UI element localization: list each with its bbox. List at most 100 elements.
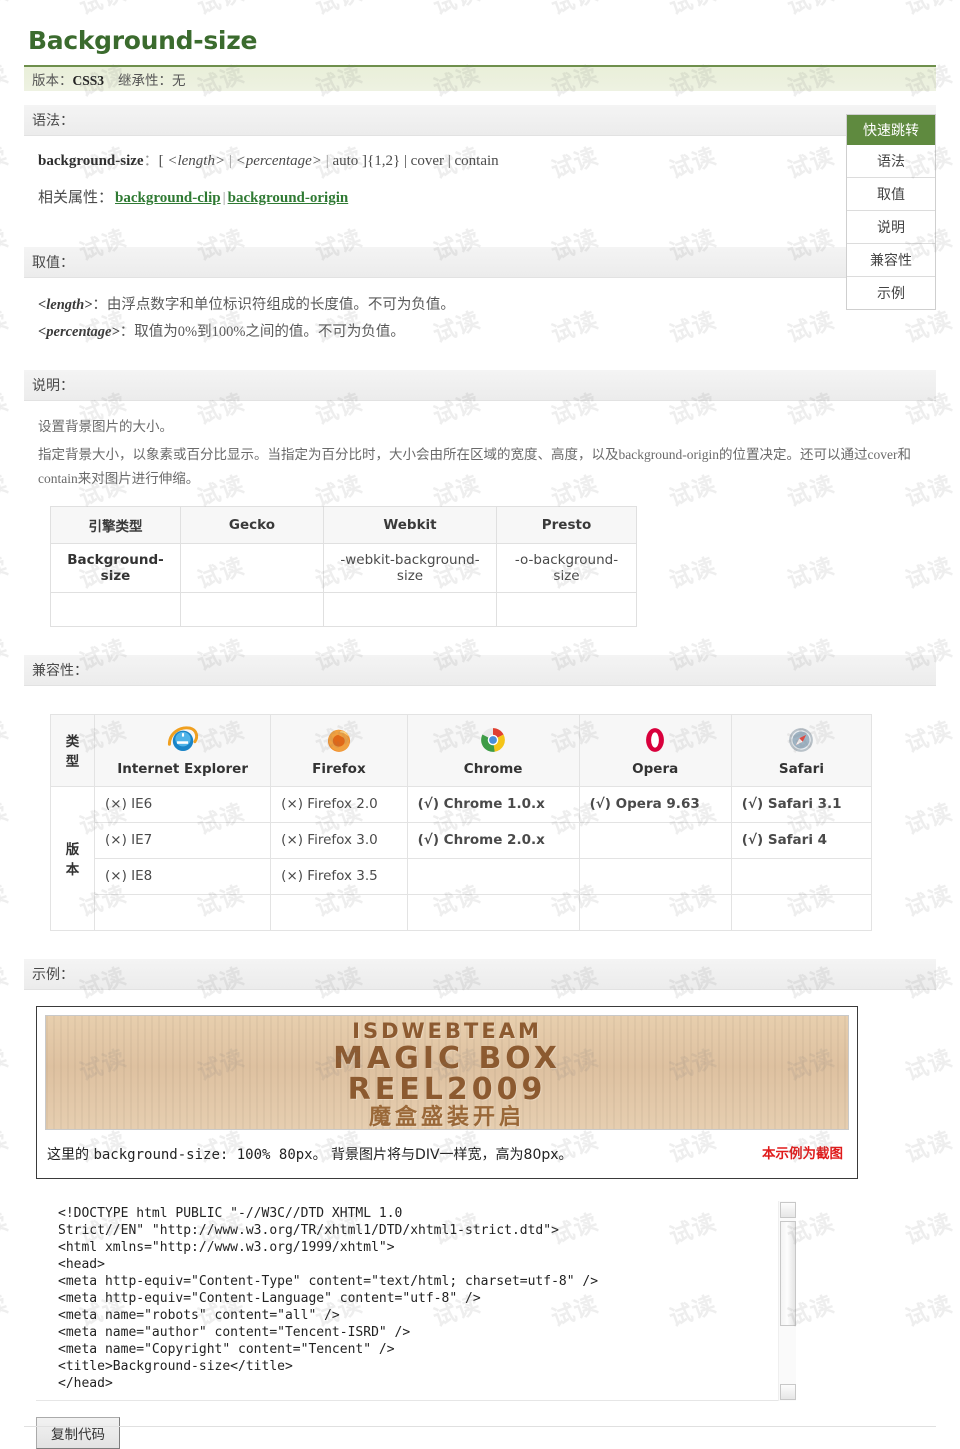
syntax-pipe-1: | — [225, 153, 236, 169]
compat-browser-opera-label: Opera — [632, 761, 679, 778]
compat-cell-safari-3 — [730, 857, 873, 895]
example-banner-text: ISDWEBTEAM MAGIC BOX REEL2009 魔盒盛装开启 — [46, 1018, 848, 1130]
engine-cell-presto: -o-background-size — [496, 542, 637, 593]
value-sep-percentage: ： — [119, 323, 135, 340]
compat-corner-label: 类型 — [50, 713, 95, 787]
value-sep-length: ： — [92, 297, 107, 313]
compat-browser-safari: Safari — [730, 713, 873, 787]
engine-row-label: Background-size — [50, 542, 181, 593]
compat-cell-firefox-1: (×) Firefox 2.0 — [270, 785, 408, 823]
syntax-auto-token: auto — [332, 153, 359, 169]
quick-nav-item-values[interactable]: 取值 — [847, 177, 935, 210]
version-label: 版本： — [32, 73, 73, 88]
compat-cell-ie-1: (×) IE6 — [93, 785, 272, 823]
example-caption-code: background-size: 100% 80px。 — [93, 1146, 327, 1163]
banner-line-3: REEL2009 — [347, 1071, 547, 1107]
firefox-icon — [327, 729, 350, 752]
code-scrollbar[interactable] — [778, 1200, 796, 1401]
compat-browser-chrome-label: Chrome — [463, 761, 523, 778]
banner-line-2: MAGIC BOX — [333, 1040, 561, 1076]
value-text-percentage: 取值为0%到100%之间的值。不可为负值。 — [134, 323, 405, 340]
syntax-length-token: <length> — [167, 153, 226, 169]
quick-nav[interactable]: 快速跳转 语法 取值 说明 兼容性 示例 — [846, 114, 936, 310]
value-entry-percentage: <percentage>：取值为0%到100%之间的值。不可为负值。 — [38, 319, 928, 346]
compat-browser-opera: Opera — [578, 713, 732, 787]
compat-cell-safari-1: (√) Safari 3.1 — [730, 785, 873, 823]
footer-divider — [24, 1425, 936, 1427]
example-caption-suffix: 背景图片将与DIV一样宽，高为80px。 — [326, 1146, 573, 1163]
example-banner-image: ISDWEBTEAM MAGIC BOX REEL2009 魔盒盛装开启 — [45, 1014, 849, 1130]
description-paragraph-2: 指定背景大小，以象素或百分比显示。当指定为百分比时，大小会由所在区域的宽度、高度… — [38, 446, 911, 487]
engine-empty-3 — [496, 591, 637, 627]
engine-table-header-row: 引擎类型 Gecko Webkit Presto — [50, 505, 637, 544]
compat-cell-chrome-4 — [406, 893, 580, 931]
engine-col-gecko: Gecko — [180, 505, 324, 544]
engine-empty-2 — [323, 591, 497, 627]
table-row: Background-size -webkit-background-size … — [50, 542, 637, 593]
document-page: Background-size 版本：CSS3 继承性：无 语法 ： backgr… — [0, 0, 960, 1449]
engine-prefix-table: 引擎类型 Gecko Webkit Presto Background-size… — [50, 505, 637, 627]
syntax-close: ]{1,2} | cover | contain — [358, 153, 499, 169]
scrollbar-down-button[interactable] — [780, 1383, 796, 1400]
section-header-compatibility: 兼容性： — [24, 654, 936, 686]
quick-nav-item-syntax[interactable]: 语法 — [847, 145, 935, 177]
example-preview-box: ISDWEBTEAM MAGIC BOX REEL2009 魔盒盛装开启 这里的… — [36, 1005, 858, 1179]
syntax-definition: background-size：[ <length> | <percentage… — [38, 150, 928, 173]
chrome-icon — [481, 728, 506, 752]
section-body-values: <length>：由浮点数字和单位标识符组成的长度值。不可为负值。 <perce… — [24, 278, 936, 356]
safari-icon — [789, 728, 814, 752]
compat-cell-opera-1: (√) Opera 9.63 — [578, 785, 732, 823]
compat-cell-opera-2 — [578, 821, 732, 859]
compat-cell-opera-4 — [578, 893, 732, 931]
banner-line-1: ISDWEBTEAM — [352, 1018, 542, 1043]
syntax-property-name: background-size — [38, 153, 144, 169]
code-sample-area: <!DOCTYPE html PUBLIC "-//W3C//DTD XHTML… — [36, 1200, 796, 1401]
banner-line-4: 魔盒盛装开启 — [368, 1104, 525, 1130]
compat-cell-safari-4 — [730, 893, 873, 931]
engine-col-type: 引擎类型 — [50, 505, 181, 544]
quick-nav-item-description[interactable]: 说明 — [847, 210, 935, 243]
quick-nav-item-example[interactable]: 示例 — [847, 276, 935, 309]
version-meta: 版本：CSS3 — [32, 69, 104, 89]
value-entry-length: <length>：由浮点数字和单位标识符组成的长度值。不可为负值。 — [38, 292, 928, 319]
meta-bar: 版本：CSS3 继承性：无 — [24, 65, 936, 91]
inheritance-value: 无 — [172, 73, 186, 88]
table-row — [50, 591, 637, 627]
value-token-percentage: <percentage> — [38, 323, 120, 340]
compat-cell-ie-4 — [93, 893, 272, 931]
opera-icon — [646, 728, 665, 752]
internet-explorer-icon — [167, 726, 198, 752]
related-properties-row: 相关属性： background-clip | background-origin — [38, 187, 928, 210]
compat-cell-ie-3: (×) IE8 — [93, 857, 272, 895]
example-screenshot-note: 本示例为截图 — [762, 1145, 843, 1162]
section-body-compatibility: 类型 Internet Explorer Firefox Chrome Oper… — [24, 686, 936, 945]
value-token-length: <length> — [38, 297, 93, 313]
engine-cell-gecko — [180, 542, 324, 593]
compat-cell-safari-2: (√) Safari 4 — [730, 821, 873, 859]
quick-nav-item-compatibility[interactable]: 兼容性 — [847, 243, 935, 276]
compat-browser-chrome: Chrome — [406, 713, 580, 787]
example-caption: 这里的 background-size: 100% 80px。 背景图片将与DI… — [45, 1140, 849, 1170]
section-header-description: 说明： — [24, 369, 936, 401]
engine-col-webkit: Webkit — [323, 505, 497, 544]
copy-code-button[interactable]: 复制代码 — [36, 1416, 120, 1449]
scrollbar-up-button[interactable] — [780, 1201, 796, 1218]
example-caption-prefix: 这里的 — [47, 1146, 94, 1163]
syntax-percentage-token: <percentage> — [235, 153, 322, 169]
compat-cell-firefox-2: (×) Firefox 3.0 — [270, 821, 408, 859]
compat-browser-safari-label: Safari — [778, 761, 824, 778]
syntax-colon: ： — [143, 153, 159, 169]
compat-header-row: 类型 Internet Explorer Firefox Chrome Oper… — [50, 713, 873, 787]
related-separator: | — [222, 189, 226, 206]
link-background-origin[interactable]: background-origin — [228, 190, 349, 206]
inheritance-label: 继承性： — [118, 73, 173, 88]
section-header-example: 示例： — [24, 958, 936, 990]
link-background-clip[interactable]: background-clip — [115, 190, 221, 206]
related-properties-label: 相关属性： — [38, 189, 114, 206]
scrollbar-thumb[interactable] — [780, 1220, 796, 1326]
description-paragraph-1: 设置背景图片的大小。 — [38, 418, 173, 434]
compat-cell-chrome-3 — [406, 857, 580, 895]
browser-compatibility-table: 类型 Internet Explorer Firefox Chrome Oper… — [50, 713, 873, 931]
compat-browser-firefox-label: Firefox — [312, 761, 366, 778]
section-header-values: 取值： — [24, 247, 936, 278]
